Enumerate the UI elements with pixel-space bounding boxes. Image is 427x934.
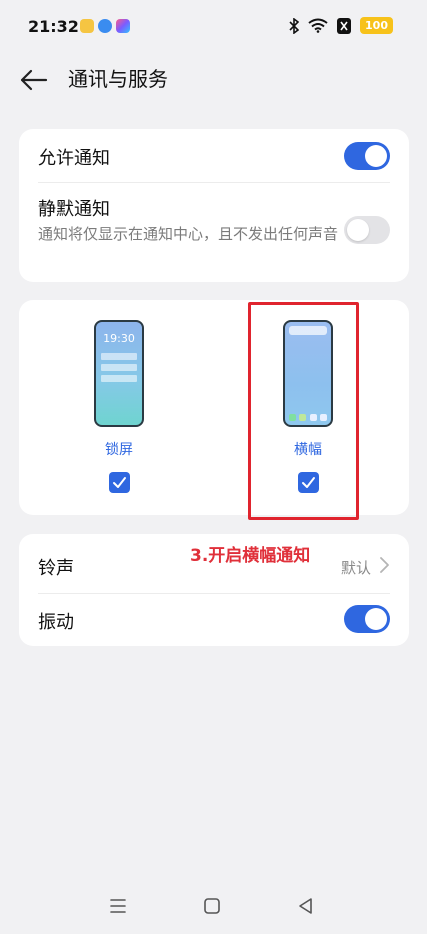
preview-time: 19:30 — [103, 332, 135, 345]
allow-notifications-label: 允许通知 — [38, 148, 110, 169]
lock-screen-preview: 19:30 — [94, 320, 144, 427]
toggle-knob — [365, 145, 387, 167]
chevron-right-icon — [380, 557, 389, 573]
preview-notification-bar — [101, 364, 137, 371]
silent-notifications-label: 静默通知 — [38, 199, 110, 220]
checkmark-icon — [302, 477, 315, 488]
battery-icon: 100 — [360, 17, 393, 34]
status-bar: 21:32 100 — [0, 0, 427, 54]
preview-dock — [289, 414, 327, 421]
preview-banner-bar — [289, 326, 327, 335]
status-icons: 100 — [289, 17, 393, 34]
wifi-icon — [308, 18, 328, 33]
preview-dock-app — [299, 414, 307, 421]
app-notification-icon — [116, 19, 130, 33]
app-notification-icon — [80, 19, 94, 33]
silent-notifications-toggle[interactable] — [344, 216, 390, 244]
lock-screen-label: 锁屏 — [105, 442, 133, 458]
bluetooth-icon — [289, 17, 300, 34]
toggle-knob — [365, 608, 387, 630]
status-time: 21:32 — [28, 17, 79, 36]
home-button[interactable] — [200, 894, 224, 918]
preview-notification-bar — [101, 375, 137, 382]
silent-notifications-description: 通知将仅显示在通知中心，且不发出任何声音 — [38, 225, 339, 243]
back-button[interactable] — [18, 64, 50, 96]
nfc-icon — [337, 17, 352, 34]
back-triangle-icon — [299, 898, 312, 914]
menu-button[interactable] — [106, 894, 130, 918]
ringtone-label: 铃声 — [38, 558, 74, 579]
menu-icon — [110, 899, 126, 913]
annotation-text: 3.开启横幅通知 — [190, 546, 311, 566]
banner-label: 横幅 — [294, 442, 322, 458]
toggle-knob — [347, 219, 369, 241]
allow-notifications-toggle[interactable] — [344, 142, 390, 170]
banner-checkbox[interactable] — [298, 472, 319, 493]
banner-preview — [283, 320, 333, 427]
back-arrow-icon — [20, 69, 48, 91]
checkmark-icon — [113, 477, 126, 488]
notification-style-card: 19:30 锁屏 横幅 — [19, 300, 409, 515]
lock-screen-checkbox[interactable] — [109, 472, 130, 493]
preview-notification-bar — [101, 353, 137, 360]
navigation-bar — [0, 880, 427, 934]
back-nav-button[interactable] — [294, 894, 318, 918]
vibration-toggle[interactable] — [344, 605, 390, 633]
notification-settings-card: 允许通知 静默通知 通知将仅显示在通知中心，且不发出任何声音 — [19, 129, 409, 282]
preview-dock-app — [319, 414, 327, 421]
home-icon — [204, 898, 220, 914]
page-title: 通讯与服务 — [68, 67, 168, 91]
divider — [38, 182, 390, 183]
divider — [38, 593, 390, 594]
app-notification-icon — [98, 19, 112, 33]
preview-dock-app — [309, 414, 317, 421]
preview-dock-app — [289, 414, 296, 421]
ringtone-value: 默认 — [340, 559, 371, 577]
vibration-label: 振动 — [38, 612, 74, 633]
